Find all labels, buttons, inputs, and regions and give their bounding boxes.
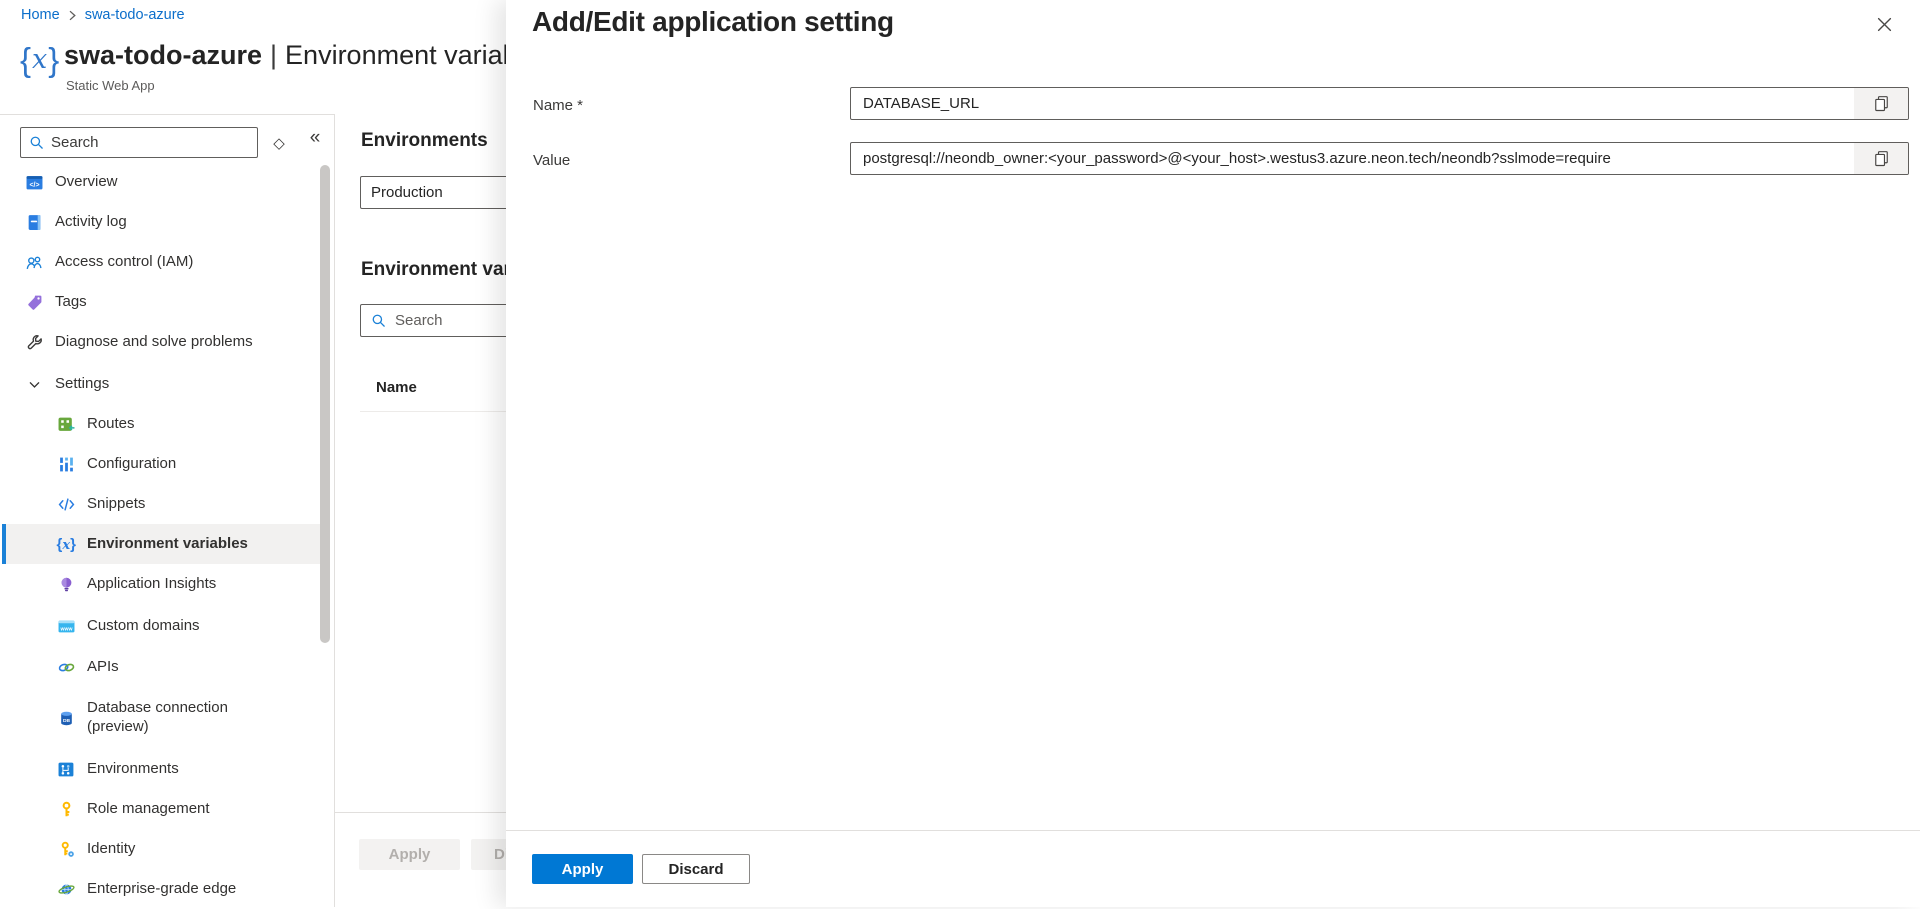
svg-text:</>: </>: [29, 181, 39, 188]
curly-braces-x-icon: {x}: [20, 40, 59, 80]
sidebar-item-environments[interactable]: Environments: [2, 749, 320, 789]
sidebar-item-environment-variables[interactable]: {x} Environment variables: [2, 524, 320, 564]
sidebar-item-overview[interactable]: </> Overview: [2, 162, 320, 202]
sidebar-item-application-insights[interactable]: Application Insights: [2, 564, 320, 604]
header-divider: [0, 114, 334, 115]
sidebar-item-diagnose[interactable]: Diagnose and solve problems: [2, 322, 320, 362]
database-icon: DB: [57, 709, 75, 727]
sidebar-item-snippets[interactable]: Snippets: [2, 484, 320, 524]
identity-key-icon: [57, 840, 75, 858]
environment-dropdown-value: Production: [371, 184, 443, 201]
chevron-down-icon: [25, 375, 43, 393]
close-icon[interactable]: [1872, 12, 1896, 36]
overview-icon: </>: [25, 173, 43, 191]
value-field: [850, 142, 1909, 175]
breadcrumb-link-home[interactable]: Home: [21, 7, 60, 23]
environment-variables-icon: {x}: [57, 535, 75, 553]
activity-log-icon: [25, 213, 43, 231]
configuration-icon: [57, 455, 75, 473]
collapse-menu-button[interactable]: «: [303, 127, 327, 149]
access-control-icon: [25, 253, 43, 271]
sidebar-item-enterprise-grade-edge[interactable]: Enterprise-grade edge: [2, 869, 320, 909]
sidebar-item-database-connection[interactable]: DB Database connection (preview): [2, 687, 320, 749]
sidebar-divider: [334, 114, 335, 907]
panel-apply-button[interactable]: Apply: [532, 854, 633, 884]
snippets-icon: [57, 495, 75, 513]
sidebar-scrollbar-thumb[interactable]: [320, 165, 330, 643]
variables-apply-button[interactable]: Apply: [359, 839, 460, 870]
environments-heading: Environments: [361, 130, 488, 152]
sidebar-search: [20, 127, 258, 158]
value-field-label: Value: [533, 152, 570, 169]
sidebar-search-input[interactable]: [44, 133, 257, 152]
add-edit-setting-panel: Add/Edit application setting Name * Valu…: [506, 0, 1920, 907]
column-header-name: Name: [376, 379, 417, 396]
value-field-input[interactable]: [851, 143, 1854, 174]
sidebar-item-configuration[interactable]: Configuration: [2, 444, 320, 484]
resource-type-subtitle: Static Web App: [66, 78, 155, 93]
title-separator: |: [270, 40, 277, 70]
panel-footer-divider: [506, 830, 1920, 831]
panel-title: Add/Edit application setting: [532, 2, 894, 42]
panel-discard-button[interactable]: Discard: [642, 854, 750, 884]
chevron-right-icon: [68, 10, 77, 21]
search-icon: [29, 135, 44, 150]
sidebar-item-custom-domains[interactable]: www Custom domains: [2, 606, 320, 646]
search-icon: [371, 313, 386, 328]
key-icon: [57, 800, 75, 818]
sidebar-group-settings[interactable]: Settings: [2, 364, 320, 404]
globe-edge-icon: [57, 880, 75, 898]
environments-icon: [57, 760, 75, 778]
routes-icon: [57, 415, 75, 433]
breadcrumb: Home swa-todo-azure: [21, 7, 185, 23]
sidebar-item-role-management[interactable]: Role management: [2, 789, 320, 829]
apis-icon: [57, 658, 75, 676]
resource-name: swa-todo-azure: [64, 40, 262, 70]
name-field: [850, 87, 1909, 120]
sidebar-item-apis[interactable]: APIs: [2, 647, 320, 687]
custom-domains-icon: www: [57, 617, 75, 635]
wrench-icon: [25, 333, 43, 351]
blade-footer-divider: [335, 812, 506, 813]
copy-value-button[interactable]: [1854, 143, 1908, 174]
sidebar-item-activity-log[interactable]: Activity log: [2, 202, 320, 242]
sidebar-item-access-control[interactable]: Access control (IAM): [2, 242, 320, 282]
tag-icon: [25, 293, 43, 311]
sidebar-nav: </> Overview Activity log Access control…: [2, 162, 320, 909]
copy-name-button[interactable]: [1854, 88, 1908, 119]
name-field-input[interactable]: [851, 88, 1854, 119]
sidebar-item-identity[interactable]: Identity: [2, 829, 320, 869]
name-field-label: Name *: [533, 97, 583, 114]
switch-view-button[interactable]: ◇: [269, 134, 289, 152]
svg-text:www: www: [59, 626, 72, 632]
page-title: swa-todo-azure|Environment variables: [64, 36, 552, 74]
sidebar-item-tags[interactable]: Tags: [2, 282, 320, 322]
svg-text:DB: DB: [62, 718, 70, 724]
sidebar-item-routes[interactable]: Routes: [2, 404, 320, 444]
breadcrumb-link-resource[interactable]: swa-todo-azure: [85, 7, 185, 23]
application-insights-icon: [57, 575, 75, 593]
